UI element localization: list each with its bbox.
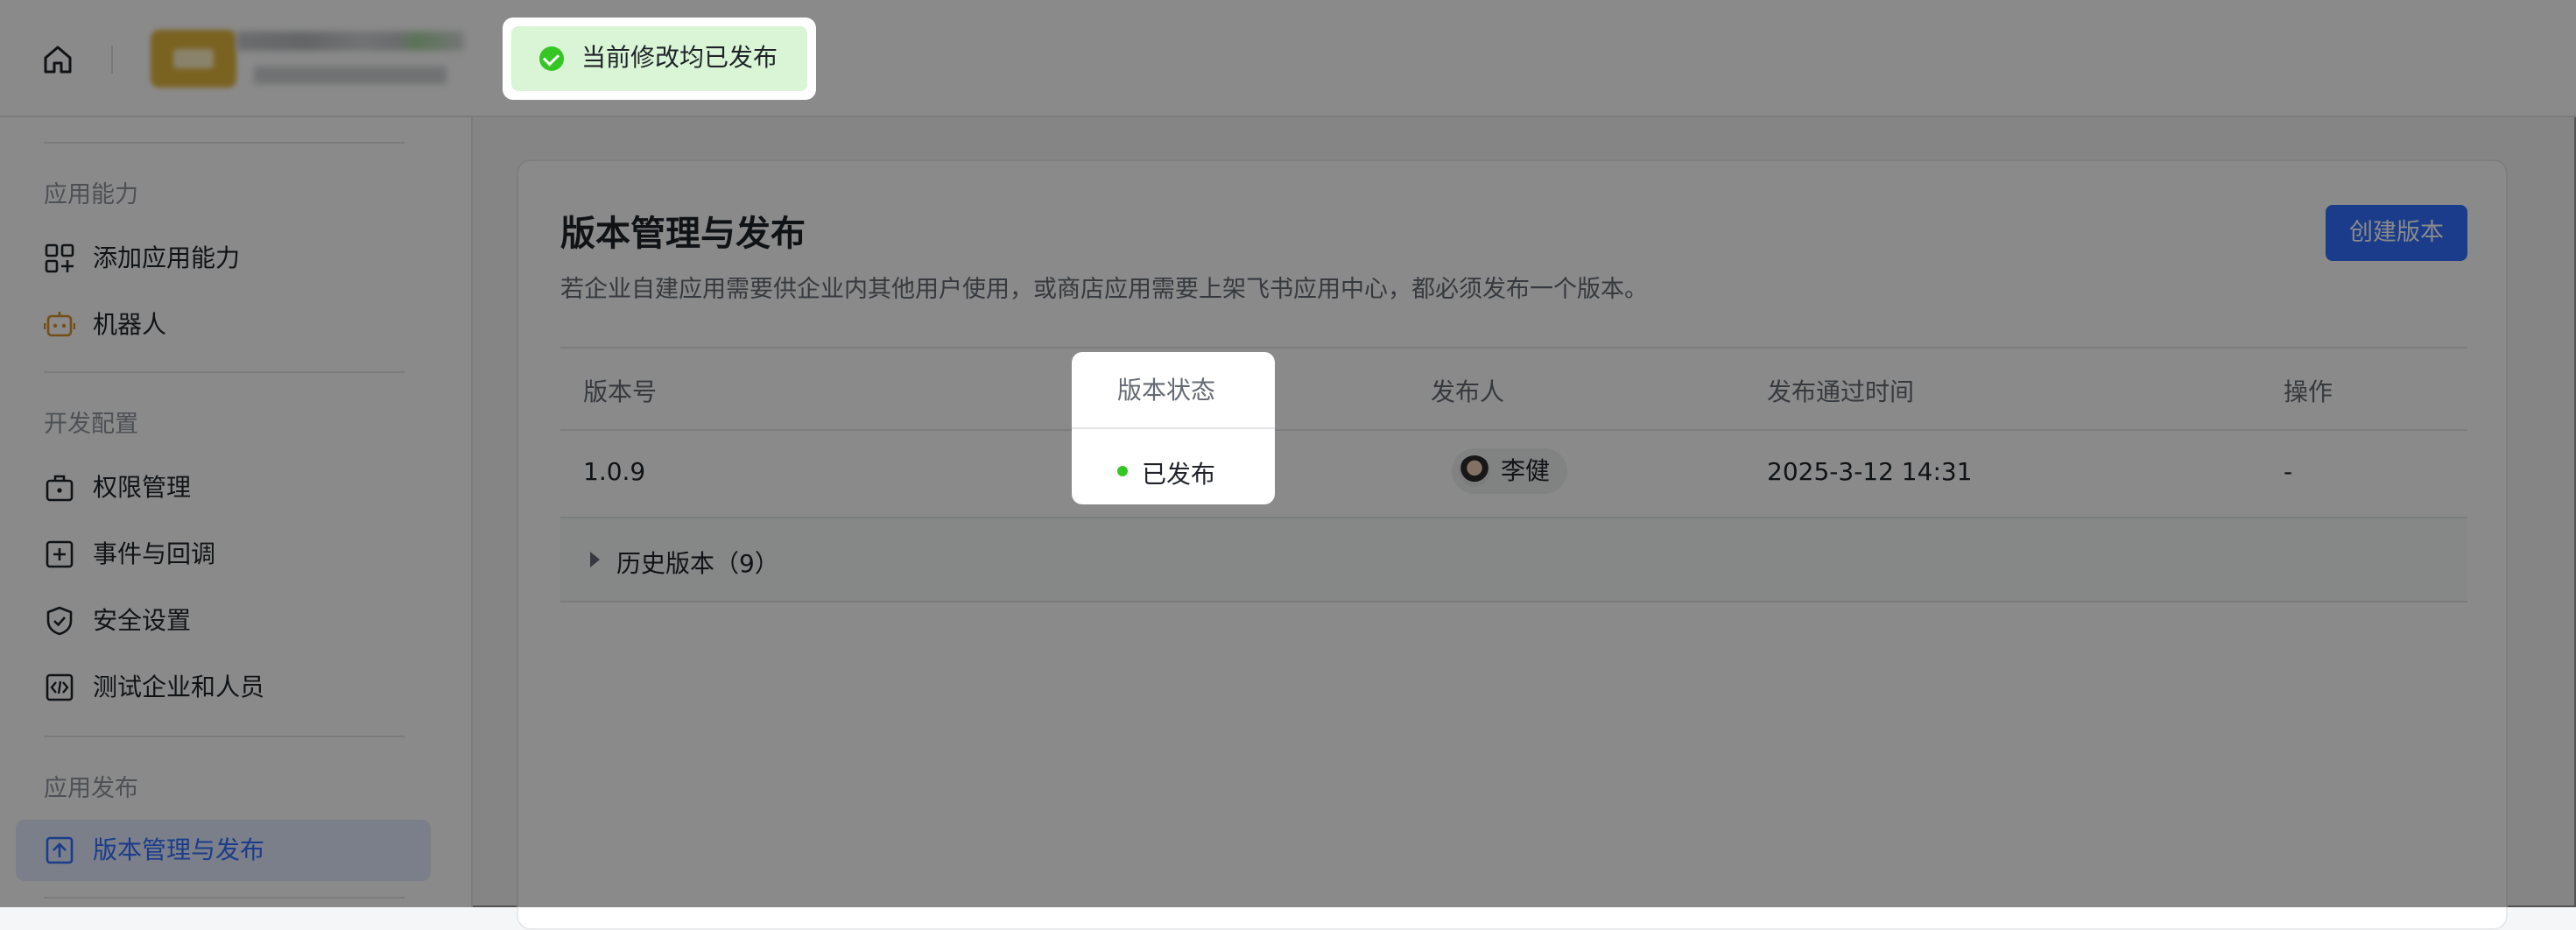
- dim-overlay: [0, 0, 2576, 907]
- toast-message: 当前修改均已发布: [581, 43, 778, 72]
- status-spotlight: 版本状态 已发布: [1072, 352, 1275, 504]
- success-toast: 当前修改均已发布: [511, 26, 807, 91]
- toast-spotlight: 当前修改均已发布: [503, 18, 816, 100]
- check-circle-icon: [539, 46, 564, 71]
- table-divider: [1072, 427, 1275, 429]
- status-dot-icon: [1117, 466, 1128, 476]
- status-badge: 已发布: [1142, 460, 1216, 489]
- status-column-header: 版本状态: [1117, 376, 1216, 405]
